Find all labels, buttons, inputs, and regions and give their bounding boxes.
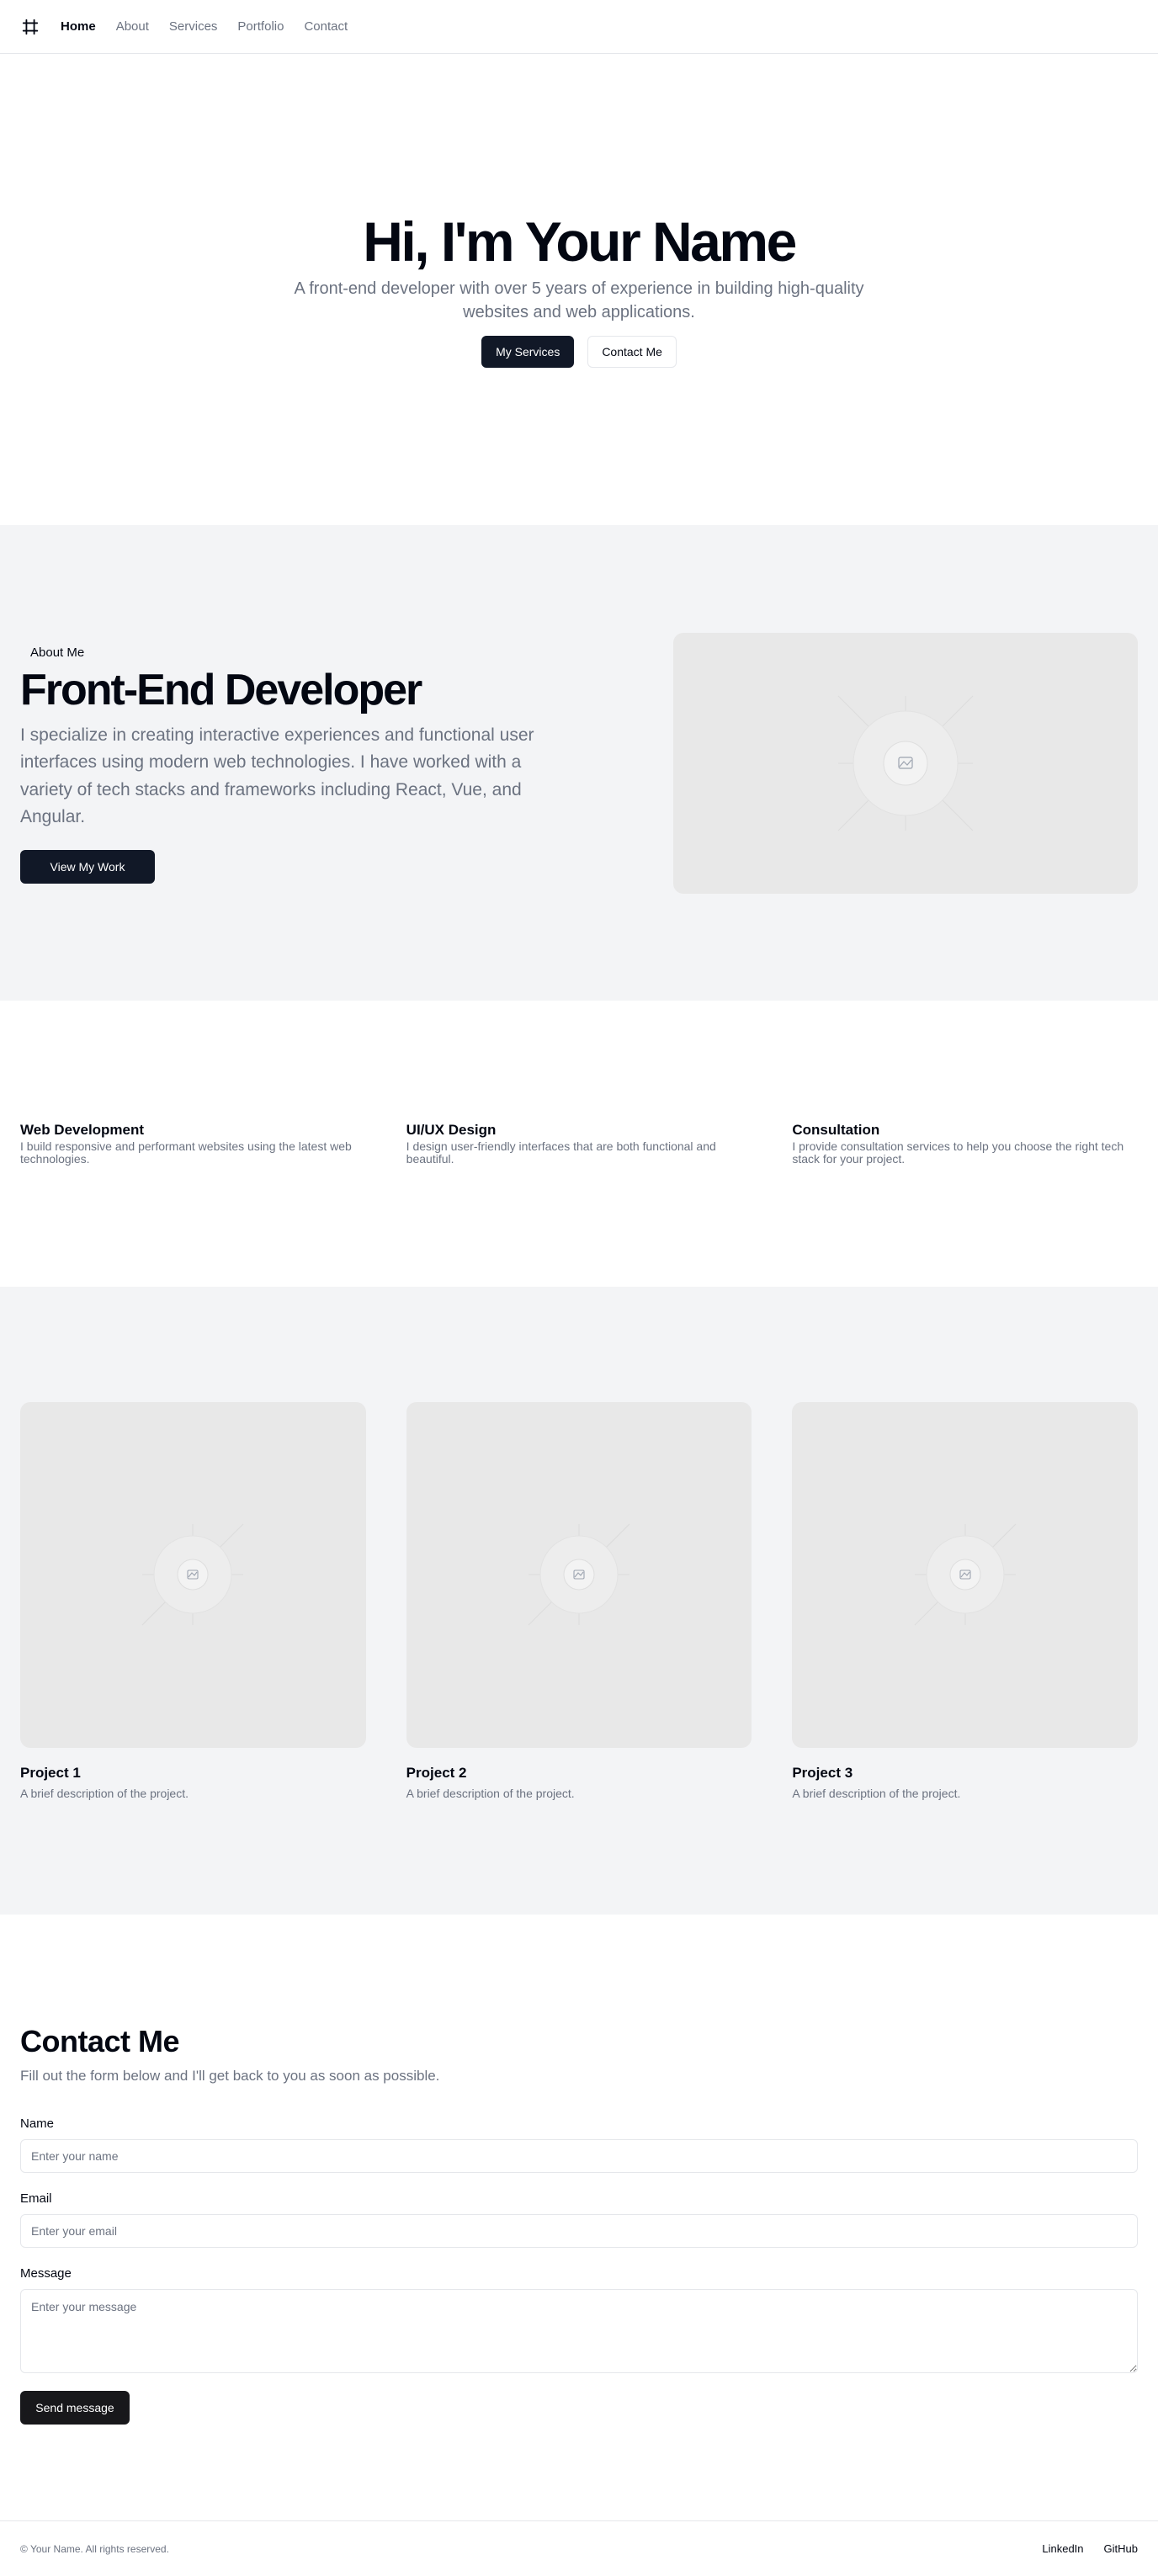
service-description: I design user-friendly interfaces that a…: [406, 1139, 716, 1166]
hero-buttons: My Services Contact Me: [481, 336, 677, 369]
name-field-group: Name: [20, 2117, 1138, 2173]
image-placeholder-icon: [914, 1523, 1017, 1625]
about-text: About Me Front-End Developer I specializ…: [20, 642, 542, 884]
footer-copyright: © Your Name. All rights reserved.: [20, 2542, 169, 2555]
contact-me-button[interactable]: Contact Me: [587, 336, 677, 369]
project-image: [406, 1401, 752, 1748]
hero-subtitle: A front-end developer with over 5 years …: [294, 279, 864, 322]
footer: © Your Name. All rights reserved. Linked…: [0, 2520, 1158, 2576]
contact-section: Contact Me Fill out the form below and I…: [0, 1915, 1158, 2520]
project-image: [20, 1401, 366, 1748]
grid-hash-icon[interactable]: [20, 17, 40, 37]
message-label: Message: [20, 2266, 72, 2281]
service-description: I provide consultation services to help …: [792, 1139, 1124, 1166]
hero-title: Hi, I'm Your Name: [363, 210, 797, 273]
email-label: Email: [20, 2191, 52, 2206]
send-message-button[interactable]: Send message: [20, 2391, 130, 2425]
services-section: Web Development I build responsive and p…: [0, 1001, 1158, 1287]
email-input[interactable]: [20, 2214, 1138, 2248]
view-my-work-button[interactable]: View My Work: [20, 849, 155, 884]
service-title: Consultation: [792, 1121, 880, 1138]
service-card: Consultation I provide consultation serv…: [792, 1122, 1138, 1166]
project-description: A brief description of the project.: [792, 1786, 961, 1800]
service-card: Web Development I build responsive and p…: [20, 1122, 366, 1166]
image-placeholder-icon: [528, 1523, 630, 1625]
nav-link-home[interactable]: Home: [61, 19, 96, 34]
nav-link-services[interactable]: Services: [169, 19, 218, 34]
message-field-group: Message: [20, 2266, 1138, 2377]
nav-link-portfolio[interactable]: Portfolio: [237, 19, 284, 34]
name-input[interactable]: [20, 2139, 1138, 2173]
contact-form: Name Email Message Send message: [20, 2117, 1138, 2425]
service-title: Web Development: [20, 1121, 145, 1138]
message-textarea[interactable]: [20, 2289, 1138, 2373]
about-image: [673, 632, 1138, 894]
project-description: A brief description of the project.: [20, 1786, 189, 1800]
email-field-group: Email: [20, 2191, 1138, 2248]
about-title: Front-End Developer: [20, 666, 422, 715]
project-title: Project 1: [20, 1764, 81, 1781]
project-title: Project 3: [792, 1764, 853, 1781]
about-eyebrow: About Me: [30, 645, 85, 661]
nav-link-contact[interactable]: Contact: [304, 19, 348, 34]
contact-subtitle: Fill out the form below and I'll get bac…: [20, 2068, 440, 2084]
project-card[interactable]: Project 1 A brief description of the pro…: [20, 1401, 366, 1800]
linkedin-link[interactable]: LinkedIn: [1042, 2542, 1083, 2555]
my-services-button[interactable]: My Services: [481, 336, 575, 369]
service-description: I build responsive and performant websit…: [20, 1139, 352, 1166]
image-placeholder-icon: [141, 1523, 244, 1625]
contact-title: Contact Me: [20, 2024, 180, 2058]
service-title: UI/UX Design: [406, 1121, 497, 1138]
image-placeholder-icon: [837, 695, 974, 831]
github-link[interactable]: GitHub: [1104, 2542, 1138, 2555]
name-label: Name: [20, 2117, 55, 2131]
portfolio-section: Project 1 A brief description of the pro…: [0, 1287, 1158, 1915]
service-card: UI/UX Design I design user-friendly inte…: [406, 1122, 752, 1166]
nav-link-about[interactable]: About: [116, 19, 149, 34]
top-nav: Home About Services Portfolio Contact: [0, 0, 1158, 54]
hero-section: Hi, I'm Your Name A front-end developer …: [0, 54, 1158, 525]
project-image: [792, 1401, 1139, 1748]
about-body: I specialize in creating interactive exp…: [20, 725, 534, 827]
about-section: About Me Front-End Developer I specializ…: [0, 525, 1158, 1001]
footer-links: LinkedIn GitHub: [1042, 2542, 1138, 2555]
project-title: Project 2: [406, 1764, 467, 1781]
project-card[interactable]: Project 3 A brief description of the pro…: [792, 1401, 1139, 1800]
project-description: A brief description of the project.: [406, 1786, 575, 1800]
project-card[interactable]: Project 2 A brief description of the pro…: [406, 1401, 752, 1800]
